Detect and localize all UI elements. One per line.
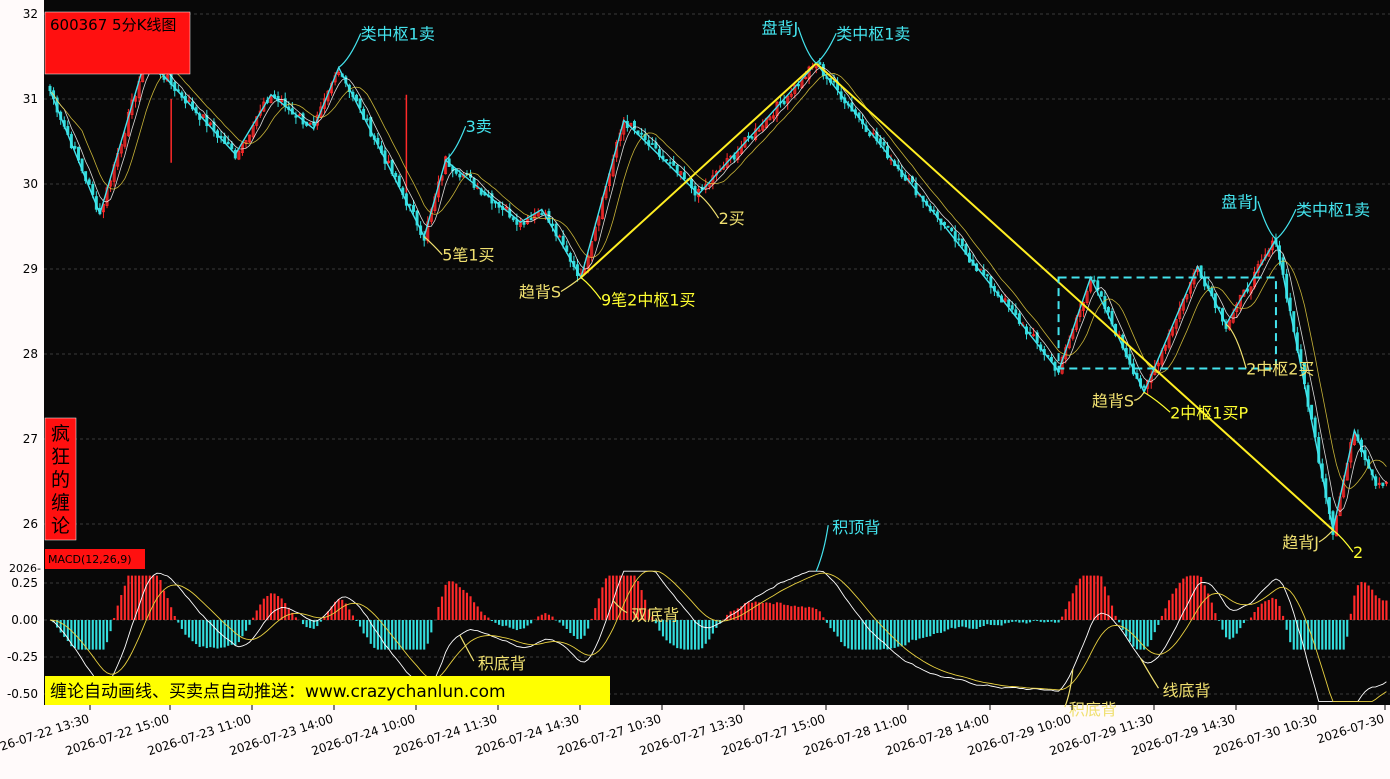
annotation-label: 类中枢1卖 <box>1296 200 1370 219</box>
macd-annotation-label: 线底背 <box>1163 681 1211 700</box>
macd-tick-label: 0.25 <box>11 576 38 590</box>
annotation-label: 类中枢1卖 <box>836 24 910 43</box>
candle-body <box>358 98 362 108</box>
macd-annotation-label: 积底背 <box>478 654 526 673</box>
candle-body <box>458 173 462 178</box>
annotation-label: 9笔2中枢1买 <box>601 291 696 310</box>
candle-body <box>650 143 654 145</box>
candle-body <box>230 143 234 150</box>
side-label-char-5: 论 <box>51 515 70 537</box>
candle-body <box>294 115 298 118</box>
candle-body <box>511 217 515 221</box>
macd-annotation-label: 双底背 <box>631 606 679 625</box>
candle-body <box>365 118 369 121</box>
candle-body <box>1007 299 1011 307</box>
macd-tick-label: -0.25 <box>7 650 38 664</box>
candle-body <box>782 101 786 105</box>
annotation-label: 类中枢1卖 <box>361 25 435 44</box>
chanlun-chart: 类中枢1卖 3卖 5笔1买 趋背S 9笔2中枢1买 2买 盘背J 类中枢1卖 盘背J 类中枢1卖 2… <box>0 0 1390 775</box>
candle-body <box>1014 309 1018 315</box>
macd-tick-label: 0.00 <box>11 613 38 627</box>
annotation-label: 盘背J <box>761 18 798 37</box>
price-tick-label: 30 <box>23 177 38 191</box>
candle-body <box>882 141 886 146</box>
candle-body <box>668 162 672 164</box>
candle-body <box>1381 482 1385 486</box>
candle-body <box>665 159 669 161</box>
macd-corner-label: 2026- <box>9 562 41 575</box>
macd-tick-label: -0.50 <box>7 687 38 701</box>
annotation-label: 趋背S <box>519 283 561 302</box>
chart-svg: 类中枢1卖3卖5笔1买趋背S 9笔2中枢1买2买盘背J 类中枢1卖盘背J 类中枢1卖2… <box>0 0 1390 775</box>
annotation-label: 趋背J <box>1282 533 1319 552</box>
candle-body <box>957 238 961 241</box>
annotation-label: 趋背S <box>1092 391 1134 410</box>
footer-banner: 缠论自动画线、买卖点自动推送：www.crazychanlun.com <box>50 682 506 702</box>
candle-body <box>1099 291 1103 297</box>
candle-body <box>412 205 415 212</box>
chart-title: 600367 5分K线图 <box>50 16 176 34</box>
annotation-label: 5笔1买 <box>442 246 494 265</box>
candle-body <box>682 172 686 180</box>
macd-label: MACD(12,26,9) <box>48 553 132 566</box>
candle-body <box>750 136 754 139</box>
macd-annotation-label: 积底背 <box>1069 700 1117 719</box>
candle-body <box>73 146 77 149</box>
candle-body <box>640 132 644 135</box>
price-tick-label: 28 <box>23 347 38 361</box>
price-tick-label: 27 <box>23 432 38 446</box>
annotation-label: 盘背J <box>1221 192 1258 211</box>
candle-body <box>1092 279 1096 282</box>
candle-body <box>632 120 636 130</box>
price-tick-label: 26 <box>23 517 38 531</box>
candle-body <box>960 238 964 247</box>
candle-body <box>950 227 954 232</box>
candle-body <box>394 172 398 177</box>
side-label-char-4: 缠 <box>51 492 70 514</box>
annotation-label: 2 <box>1353 543 1363 562</box>
candle-body <box>48 85 52 91</box>
candle-body <box>1010 305 1014 310</box>
candle-body <box>226 141 230 145</box>
side-label-char-2: 狂 <box>51 446 70 468</box>
annotation-label: 2买 <box>719 209 745 228</box>
candle-body <box>529 217 533 221</box>
candle-body <box>561 235 565 245</box>
annotation-label: 2中枢2买 <box>1246 359 1314 378</box>
annotation-label: 2中枢1买P <box>1170 403 1248 422</box>
annotation-label: 3卖 <box>466 117 492 136</box>
candle-body <box>1106 307 1110 313</box>
side-label-char-3: 的 <box>51 469 70 491</box>
macd-annotation-label: 积顶背 <box>832 518 880 537</box>
candle-body <box>408 204 412 206</box>
price-panel-bg <box>44 0 1390 552</box>
candle-body <box>1142 385 1146 388</box>
side-label-char-1: 疯 <box>51 423 70 445</box>
candle-body <box>540 213 544 215</box>
price-tick-label: 32 <box>23 7 38 21</box>
candle-body <box>946 225 950 228</box>
candle-body <box>818 62 822 65</box>
candle-body <box>985 274 989 277</box>
price-tick-label: 31 <box>23 92 38 106</box>
price-tick-label: 29 <box>23 262 38 276</box>
candle-body <box>522 221 526 225</box>
